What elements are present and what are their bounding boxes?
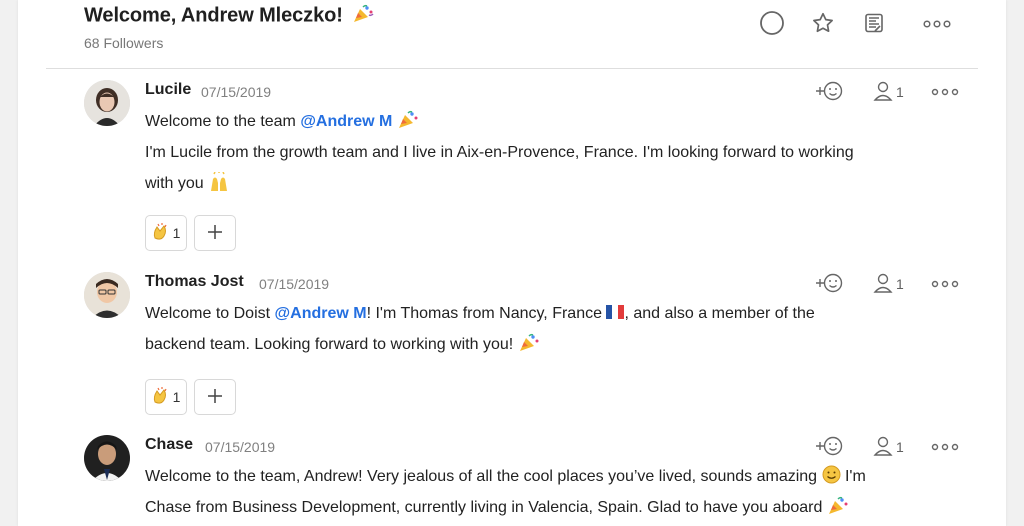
comment-line: Chase from Business Development, current… bbox=[145, 492, 935, 523]
avatar[interactable] bbox=[84, 80, 130, 126]
comment-author[interactable]: Chase bbox=[145, 436, 193, 454]
smiling-face-icon bbox=[822, 465, 841, 488]
comment-line: Welcome to the team @Andrew M bbox=[145, 106, 935, 137]
followers-count[interactable]: 68 Followers bbox=[84, 35, 163, 51]
thomas-avatar-image bbox=[84, 272, 130, 318]
comment-line: Welcome to the team, Andrew! Very jealou… bbox=[145, 461, 935, 492]
comment-author[interactable]: Thomas Jost bbox=[145, 273, 244, 291]
party-popper-icon bbox=[397, 110, 419, 134]
comment-more-button[interactable] bbox=[931, 435, 959, 459]
comment-more-button[interactable] bbox=[931, 80, 959, 104]
comment-date: 07/15/2019 bbox=[205, 439, 276, 455]
thread-title: Welcome, Andrew Mleczko! bbox=[84, 4, 374, 28]
party-popper-icon bbox=[518, 333, 540, 357]
more-icon bbox=[931, 276, 959, 292]
recipient-count-button[interactable]: 1 bbox=[873, 80, 904, 104]
comment-text: ! I'm Thomas from Nancy, France bbox=[366, 305, 607, 322]
comment-more-button[interactable] bbox=[931, 272, 959, 296]
comment-text: Welcome to the team, Andrew! Very jealou… bbox=[145, 468, 822, 485]
comment-text: , and also a member of the bbox=[624, 305, 815, 322]
party-popper-icon bbox=[827, 496, 849, 520]
thread-notes-button[interactable] bbox=[859, 10, 889, 40]
comment-line: I'm Lucile from the growth team and I li… bbox=[145, 144, 854, 161]
add-reaction-button[interactable] bbox=[813, 272, 847, 296]
mention-link[interactable]: @Andrew M bbox=[275, 305, 367, 322]
clapping-hands-icon bbox=[152, 222, 171, 244]
comment-actions: 1 bbox=[813, 80, 963, 104]
add-reaction-button[interactable] bbox=[813, 435, 847, 459]
add-reaction-icon bbox=[813, 434, 847, 461]
party-popper-icon bbox=[352, 4, 374, 28]
comment-text: Welcome to Doist bbox=[145, 305, 275, 322]
comment-line: with you bbox=[145, 168, 935, 199]
more-icon bbox=[923, 16, 951, 34]
recipient-count: 1 bbox=[896, 84, 904, 100]
comment-author[interactable]: Lucile bbox=[145, 81, 191, 99]
recipient-count: 1 bbox=[896, 276, 904, 292]
lucile-avatar-image bbox=[84, 80, 130, 126]
comment-text: backend team. Looking forward to working… bbox=[145, 336, 518, 353]
add-reaction-button[interactable] bbox=[194, 215, 236, 251]
complete-thread-button[interactable] bbox=[757, 10, 787, 40]
comment-text: Welcome to the team bbox=[145, 113, 301, 130]
comment-date: 07/15/2019 bbox=[259, 276, 330, 292]
clap-reaction[interactable]: 1 bbox=[145, 379, 187, 415]
clap-reaction[interactable]: 1 bbox=[145, 215, 187, 251]
notes-icon bbox=[862, 11, 886, 40]
comment-body: Welcome to Doist @Andrew M! I'm Thomas f… bbox=[145, 298, 935, 360]
reaction-row: 1 bbox=[145, 379, 236, 415]
mention-link[interactable]: @Andrew M bbox=[300, 113, 392, 130]
france-flag-icon bbox=[606, 304, 625, 323]
comment-text: with you bbox=[145, 175, 204, 192]
comment-date: 07/15/2019 bbox=[201, 84, 272, 100]
complete-circle-icon bbox=[759, 10, 785, 41]
thread-title-text: Welcome, Andrew Mleczko! bbox=[84, 4, 343, 27]
comment-actions: 1 bbox=[813, 435, 963, 459]
recipient-count: 1 bbox=[896, 439, 904, 455]
plus-icon bbox=[206, 223, 224, 244]
recipient-count-button[interactable]: 1 bbox=[873, 272, 904, 296]
comment-actions: 1 bbox=[813, 272, 963, 296]
add-reaction-icon bbox=[813, 271, 847, 298]
person-icon bbox=[873, 80, 893, 105]
add-reaction-icon bbox=[813, 79, 847, 106]
add-reaction-button[interactable] bbox=[813, 80, 847, 104]
reaction-count: 1 bbox=[172, 225, 181, 241]
comment-text: Chase from Business Development, current… bbox=[145, 499, 827, 516]
comment-body: Welcome to the team @Andrew M I'm Lucile… bbox=[145, 106, 935, 199]
header-divider bbox=[46, 68, 978, 69]
more-icon bbox=[931, 439, 959, 455]
comment-line: backend team. Looking forward to working… bbox=[145, 329, 935, 360]
avatar[interactable] bbox=[84, 272, 130, 318]
clapping-hands-icon bbox=[152, 386, 171, 408]
raised-hands-icon bbox=[208, 170, 230, 196]
comment-body: Welcome to the team, Andrew! Very jealou… bbox=[145, 461, 935, 523]
person-icon bbox=[873, 435, 893, 460]
star-thread-button[interactable] bbox=[808, 10, 838, 40]
thread-header: Welcome, Andrew Mleczko! 68 Followers bbox=[18, 0, 1006, 68]
recipient-count-button[interactable]: 1 bbox=[873, 435, 904, 459]
thread-more-button[interactable] bbox=[922, 10, 952, 40]
avatar[interactable] bbox=[84, 435, 130, 481]
reaction-count: 1 bbox=[172, 389, 181, 405]
reaction-row: 1 bbox=[145, 215, 236, 251]
add-reaction-button[interactable] bbox=[194, 379, 236, 415]
comment-line: Welcome to Doist @Andrew M! I'm Thomas f… bbox=[145, 298, 935, 329]
thread-header-actions bbox=[757, 10, 965, 40]
person-icon bbox=[873, 272, 893, 297]
comment-text: I'm bbox=[840, 468, 866, 485]
plus-icon bbox=[206, 387, 224, 408]
thread-panel: Welcome, Andrew Mleczko! 68 Followers Lu… bbox=[18, 0, 1006, 526]
chase-avatar-image bbox=[84, 435, 130, 481]
more-icon bbox=[931, 84, 959, 100]
star-icon bbox=[811, 11, 835, 40]
